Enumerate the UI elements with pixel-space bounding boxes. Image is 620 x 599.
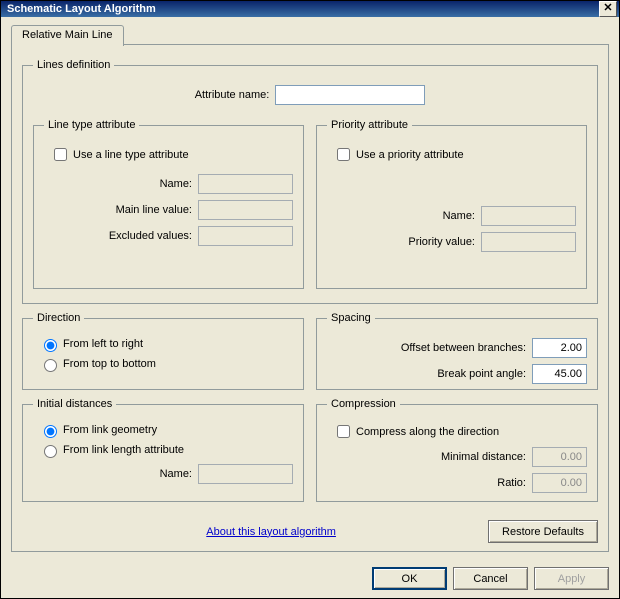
initial-legend: Initial distances bbox=[33, 398, 116, 410]
restore-defaults-button[interactable]: Restore Defaults bbox=[488, 520, 598, 543]
compress-checkbox[interactable] bbox=[337, 425, 350, 438]
compression-legend: Compression bbox=[327, 398, 400, 410]
line-type-name-input bbox=[198, 174, 293, 194]
direction-tb-label: From top to bottom bbox=[63, 358, 156, 370]
compress-label: Compress along the direction bbox=[356, 426, 499, 438]
excluded-values-label: Excluded values: bbox=[109, 230, 192, 242]
offset-branches-label: Offset between branches: bbox=[401, 342, 526, 354]
direction-lr-label: From left to right bbox=[63, 338, 143, 350]
apply-button[interactable]: Apply bbox=[534, 567, 609, 590]
about-algorithm-link[interactable]: About this layout algorithm bbox=[206, 526, 336, 538]
priority-name-label: Name: bbox=[443, 210, 475, 222]
initial-len-radio[interactable] bbox=[44, 445, 57, 458]
excluded-values-input bbox=[198, 226, 293, 246]
priority-value-label: Priority value: bbox=[408, 236, 475, 248]
window-title: Schematic Layout Algorithm bbox=[7, 3, 599, 15]
lines-definition-legend: Lines definition bbox=[33, 59, 114, 71]
main-line-value-input bbox=[198, 200, 293, 220]
break-angle-label: Break point angle: bbox=[437, 368, 526, 380]
ratio-input bbox=[532, 473, 587, 493]
break-angle-input[interactable] bbox=[532, 364, 587, 384]
spacing-legend: Spacing bbox=[327, 312, 375, 324]
dialog-window: Schematic Layout Algorithm ✕ Relative Ma… bbox=[0, 0, 620, 599]
direction-tb-radio[interactable] bbox=[44, 359, 57, 372]
priority-legend: Priority attribute bbox=[327, 119, 412, 131]
initial-name-label: Name: bbox=[160, 468, 192, 480]
use-priority-checkbox[interactable] bbox=[337, 148, 350, 161]
offset-branches-input[interactable] bbox=[532, 338, 587, 358]
tab-relative-main-line[interactable]: Relative Main Line bbox=[11, 25, 124, 46]
spacing-group: Spacing Offset between branches: Break p… bbox=[316, 312, 598, 390]
direction-group: Direction From left to right From top to… bbox=[22, 312, 304, 390]
initial-distances-group: Initial distances From link geometry Fro… bbox=[22, 398, 304, 502]
initial-len-label: From link length attribute bbox=[63, 444, 184, 456]
content-area: Relative Main Line Lines definition Attr… bbox=[1, 17, 619, 559]
lines-definition-group: Lines definition Attribute name: Line ty… bbox=[22, 59, 598, 304]
priority-name-input bbox=[481, 206, 576, 226]
attribute-name-input[interactable] bbox=[275, 85, 425, 105]
direction-lr-radio[interactable] bbox=[44, 339, 57, 352]
priority-value-input bbox=[481, 232, 576, 252]
close-icon[interactable]: ✕ bbox=[599, 1, 617, 17]
cancel-button[interactable]: Cancel bbox=[453, 567, 528, 590]
titlebar: Schematic Layout Algorithm ✕ bbox=[1, 1, 619, 17]
use-line-type-label: Use a line type attribute bbox=[73, 149, 189, 161]
line-type-attribute-group: Line type attribute Use a line type attr… bbox=[33, 119, 304, 289]
tabstrip: Relative Main Line bbox=[11, 25, 609, 45]
initial-geom-label: From link geometry bbox=[63, 424, 157, 436]
line-type-legend: Line type attribute bbox=[44, 119, 139, 131]
tab-panel: Lines definition Attribute name: Line ty… bbox=[11, 44, 609, 552]
compression-group: Compression Compress along the direction… bbox=[316, 398, 598, 502]
initial-geom-radio[interactable] bbox=[44, 425, 57, 438]
min-distance-input bbox=[532, 447, 587, 467]
initial-name-input bbox=[198, 464, 293, 484]
min-distance-label: Minimal distance: bbox=[441, 451, 526, 463]
dialog-button-bar: OK Cancel Apply bbox=[1, 559, 619, 598]
main-line-value-label: Main line value: bbox=[116, 204, 192, 216]
ratio-label: Ratio: bbox=[497, 477, 526, 489]
direction-legend: Direction bbox=[33, 312, 84, 324]
priority-attribute-group: Priority attribute Use a priority attrib… bbox=[316, 119, 587, 289]
use-priority-label: Use a priority attribute bbox=[356, 149, 464, 161]
line-type-name-label: Name: bbox=[160, 178, 192, 190]
use-line-type-checkbox[interactable] bbox=[54, 148, 67, 161]
attribute-name-label: Attribute name: bbox=[195, 89, 270, 101]
ok-button[interactable]: OK bbox=[372, 567, 447, 590]
